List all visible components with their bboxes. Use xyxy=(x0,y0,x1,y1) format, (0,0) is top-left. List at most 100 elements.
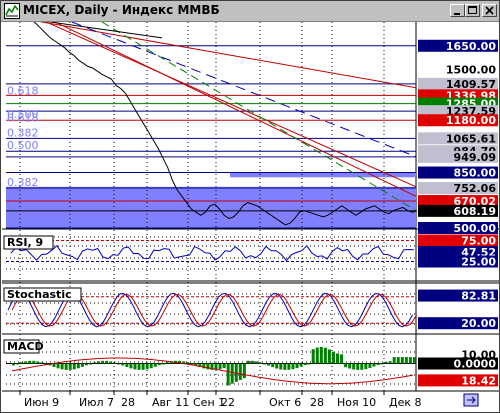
price-tag: 850.00 xyxy=(454,167,497,180)
macd-histogram-bar xyxy=(331,351,335,364)
macd-histogram-bar xyxy=(186,362,190,364)
macd-histogram-bar xyxy=(396,357,400,364)
macd-histogram-bar xyxy=(242,363,246,379)
macd-histogram-bar xyxy=(364,363,368,370)
price-tag: 1065.61 xyxy=(446,132,496,145)
fib-level-label: 0.618 xyxy=(7,84,39,97)
macd-histogram-bar xyxy=(68,363,72,370)
macd-histogram-bar xyxy=(97,361,101,364)
trendline-green-dashed xyxy=(101,22,417,211)
macd-histogram-bar xyxy=(76,363,80,369)
macd-histogram-bar xyxy=(356,363,360,370)
macd-histogram-bar xyxy=(238,363,242,380)
maximize-icon xyxy=(468,6,477,14)
macd-histogram-bar xyxy=(392,357,396,364)
macd-histogram-bar xyxy=(36,361,40,364)
minimize-icon xyxy=(454,13,460,15)
time-axis-label: 22 xyxy=(221,396,235,409)
macd-histogram-bar xyxy=(352,363,356,370)
price-tag: 752.06 xyxy=(454,182,497,195)
macd-histogram-bar xyxy=(271,363,275,368)
macd-signal-line xyxy=(11,357,413,385)
macd-histogram-bar xyxy=(222,363,226,369)
minimize-button[interactable] xyxy=(450,4,465,17)
macd-histogram-bar xyxy=(360,363,364,370)
close-icon xyxy=(485,6,494,15)
macd-histogram-bar xyxy=(230,363,234,384)
macd-histogram-bar xyxy=(336,353,339,364)
window-title: MICEX, Daily - Индекс ММВБ xyxy=(23,3,220,17)
macd-histogram-bar xyxy=(250,360,254,364)
price-tag: 20.00 xyxy=(461,317,496,330)
time-axis-label: Июл 7 xyxy=(79,396,114,409)
macd-histogram-bar xyxy=(218,363,222,370)
price-tag: 500.00 xyxy=(454,222,497,235)
time-axis-label: Авг 11 xyxy=(152,396,189,409)
macd-histogram-bar xyxy=(153,363,157,367)
stochastic-pane-title: Stochastic xyxy=(7,288,72,301)
price-tag: 0.0000 xyxy=(454,358,497,371)
macd-histogram-bar xyxy=(263,363,267,365)
macd-histogram-bar xyxy=(40,362,44,364)
macd-histogram-bar xyxy=(303,363,307,366)
macd-histogram-bar xyxy=(141,363,145,370)
macd-histogram-bar xyxy=(380,363,384,365)
price-tag: 608.19 xyxy=(454,205,496,218)
macd-histogram-bar xyxy=(125,363,129,368)
macd-histogram-bar xyxy=(404,357,408,364)
time-axis-label: 28 xyxy=(310,396,324,409)
macd-histogram-bar xyxy=(133,363,137,370)
macd-histogram-bar xyxy=(121,363,125,366)
macd-histogram-bar xyxy=(64,363,68,370)
macd-histogram-bar xyxy=(157,363,161,366)
price-tag: 1650.00 xyxy=(446,40,496,53)
macd-histogram-bar xyxy=(101,360,105,364)
macd-histogram-bar xyxy=(400,357,404,364)
macd-histogram-bar xyxy=(145,363,149,370)
macd-histogram-bar xyxy=(20,362,24,364)
rsi-pane-title: RSI, 9 xyxy=(7,236,43,249)
macd-histogram-bar xyxy=(267,363,271,366)
macd-histogram-bar xyxy=(117,363,121,365)
fib-level-label: 0.500 xyxy=(7,139,39,152)
support-zone-upper xyxy=(230,172,416,178)
macd-histogram-bar xyxy=(315,347,319,364)
maximize-button[interactable] xyxy=(465,4,480,17)
macd-histogram-bar xyxy=(275,363,279,369)
macd-histogram-bar xyxy=(376,363,380,365)
macd-histogram-bar xyxy=(16,363,20,365)
chart-app-icon xyxy=(4,3,20,19)
macd-histogram-bar xyxy=(412,357,416,364)
macd-histogram-bar xyxy=(113,362,117,364)
macd-histogram-bar xyxy=(32,360,36,364)
fib-level-label: 0.382 xyxy=(7,176,39,189)
chart-canvas[interactable]: 0.6180.5000.6180.3820.5000.3821650.00150… xyxy=(2,22,499,412)
fib-level-label: 0.382 xyxy=(7,126,39,139)
macd-histogram-bar xyxy=(295,363,299,369)
autoscroll-icon[interactable] xyxy=(463,393,479,407)
macd-pane-title: MACD xyxy=(7,340,44,353)
chart-window: MICEX, Daily - Индекс ММВБ 0.618 0.500 0.6… xyxy=(0,0,500,413)
price-tag: 25.00 xyxy=(461,256,496,269)
macd-histogram-bar xyxy=(368,363,372,368)
macd-histogram-bar xyxy=(161,363,165,365)
close-button[interactable] xyxy=(482,4,497,17)
macd-histogram-bar xyxy=(149,363,153,369)
macd-histogram-bar xyxy=(388,361,392,364)
macd-histogram-bar xyxy=(226,363,230,386)
macd-histogram-bar xyxy=(56,363,60,369)
macd-histogram-bar xyxy=(137,363,141,370)
price-tag: 82.81 xyxy=(461,290,496,303)
macd-histogram-bar xyxy=(408,357,412,364)
macd-histogram-bar xyxy=(259,362,263,364)
macd-histogram-bar xyxy=(344,363,348,368)
macd-histogram-bar xyxy=(372,363,376,367)
macd-histogram-bar xyxy=(88,363,92,365)
macd-histogram-bar xyxy=(105,360,109,364)
title-bar[interactable]: MICEX, Daily - Индекс ММВБ xyxy=(1,1,499,22)
price-tag: 949.09 xyxy=(454,151,496,164)
macd-histogram-bar xyxy=(291,363,295,370)
price-tag: 18.42 xyxy=(461,374,496,387)
fib-level-label: 0.618 xyxy=(7,111,39,124)
macd-histogram-bar xyxy=(93,362,96,364)
